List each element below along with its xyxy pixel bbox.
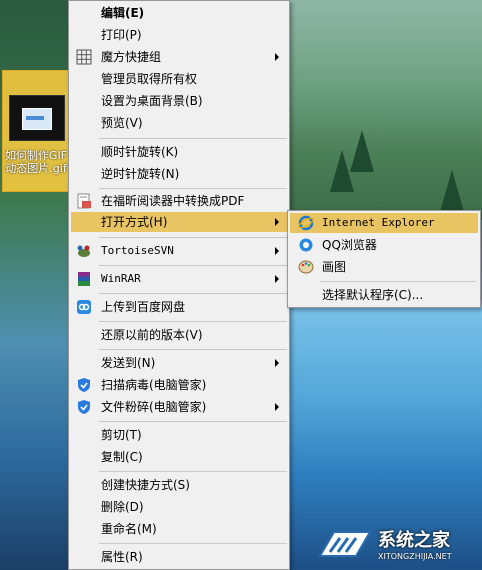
menu-item-label: 上传到百度网盘 (101, 300, 186, 314)
submenu-arrow-icon (275, 218, 279, 226)
submenu-item-label: 画图 (322, 260, 347, 274)
menu-item-label: 打印(P) (101, 28, 142, 42)
shield-icon (78, 378, 90, 392)
menu-separator (99, 237, 287, 238)
submenu-item-label: QQ浏览器 (322, 238, 377, 252)
tree-decoration (440, 170, 464, 212)
submenu-separator (320, 281, 476, 282)
menu-item-mofang-shortcut[interactable]: 魔方快捷组 (71, 47, 287, 67)
submenu-arrow-icon (275, 275, 279, 283)
menu-separator (99, 421, 287, 422)
menu-item-label: 编辑(E) (101, 6, 145, 20)
menu-item-label: 删除(D) (101, 500, 144, 514)
paint-palette-icon (298, 260, 314, 274)
menu-item-rename[interactable]: 重命名(M) (71, 519, 287, 539)
file-name-label: 如何制作GIF动态图片.gif (4, 149, 68, 175)
menu-item-label: 扫描病毒(电脑管家) (101, 378, 207, 392)
submenu-item-choose-default[interactable]: 选择默认程序(C)... (290, 285, 478, 305)
menu-item-convert-pdf[interactable]: 在福昕阅读器中转换成PDF (71, 191, 287, 211)
watermark-subtitle: XITONGZHIJIA.NET (378, 552, 452, 561)
menu-item-restore-versions[interactable]: 还原以前的版本(V) (71, 325, 287, 345)
menu-item-properties[interactable]: 属性(R) (71, 547, 287, 567)
menu-item-open-with[interactable]: 打开方式(H) (71, 212, 287, 232)
menu-item-send-to[interactable]: 发送到(N) (71, 353, 287, 373)
menu-item-tortoisesvn[interactable]: TortoiseSVN (71, 241, 287, 261)
menu-item-label: 创建快捷方式(S) (101, 478, 190, 492)
menu-item-delete[interactable]: 删除(D) (71, 497, 287, 517)
menu-item-label: 魔方快捷组 (101, 50, 162, 64)
menu-item-edit[interactable]: 编辑(E) (71, 3, 287, 23)
desktop-file-icon[interactable]: 如何制作GIF动态图片.gif (2, 70, 70, 192)
menu-separator (99, 265, 287, 266)
file-thumbnail (9, 95, 65, 141)
menu-item-set-wallpaper[interactable]: 设置为桌面背景(B) (71, 91, 287, 111)
submenu-item-label: 选择默认程序(C)... (322, 288, 424, 302)
menu-item-label: TortoiseSVN (101, 244, 174, 257)
menu-item-label: 发送到(N) (101, 356, 156, 370)
menu-item-label: WinRAR (101, 272, 141, 285)
submenu-arrow-icon (275, 359, 279, 367)
winrar-icon (78, 272, 90, 286)
menu-item-label: 打开方式(H) (101, 215, 168, 229)
tortoisesvn-icon (77, 245, 90, 257)
grid-icon (76, 49, 92, 65)
menu-item-label: 管理员取得所有权 (101, 72, 198, 86)
watermark-title: 系统之家 (378, 530, 450, 551)
menu-item-label: 预览(V) (101, 116, 143, 130)
submenu-arrow-icon (275, 53, 279, 61)
menu-separator (99, 188, 287, 189)
menu-item-take-ownership[interactable]: 管理员取得所有权 (71, 69, 287, 89)
menu-separator (99, 471, 287, 472)
menu-item-label: 在福昕阅读器中转换成PDF (101, 194, 245, 208)
menu-item-rotate-counterclockwise[interactable]: 逆时针旋转(N) (71, 164, 287, 184)
menu-item-scan-virus[interactable]: 扫描病毒(电脑管家) (71, 375, 287, 395)
submenu-item-paint[interactable]: 画图 (290, 257, 478, 277)
baidu-cloud-icon (77, 300, 91, 314)
shield-icon (78, 400, 90, 414)
submenu-item-internet-explorer[interactable]: Internet Explorer (290, 213, 478, 233)
menu-item-label: 剪切(T) (101, 428, 142, 442)
menu-item-label: 逆时针旋转(N) (101, 167, 180, 181)
tree-decoration (350, 130, 374, 172)
menu-item-label: 属性(R) (101, 550, 143, 564)
menu-item-preview[interactable]: 预览(V) (71, 113, 287, 133)
menu-separator (99, 349, 287, 350)
menu-separator (99, 138, 287, 139)
menu-item-rotate-clockwise[interactable]: 顺时针旋转(K) (71, 142, 287, 162)
menu-item-create-shortcut[interactable]: 创建快捷方式(S) (71, 475, 287, 495)
context-menu: 编辑(E) 打印(P) 魔方快捷组 管理员取得所有权 设置为桌面背景(B) 预览… (68, 0, 290, 570)
menu-item-upload-baidu[interactable]: 上传到百度网盘 (71, 297, 287, 317)
open-with-submenu: Internet Explorer QQ浏览器 画图 选择默认程序(C)... (287, 210, 481, 308)
menu-item-label: 还原以前的版本(V) (101, 328, 203, 342)
watermark: 系统之家 XITONGZHIJIA.NET (312, 518, 482, 570)
menu-item-label: 重命名(M) (101, 522, 157, 536)
submenu-item-label: Internet Explorer (322, 216, 435, 229)
menu-item-copy[interactable]: 复制(C) (71, 447, 287, 467)
internet-explorer-icon (298, 215, 314, 231)
menu-item-label: 文件粉碎(电脑管家) (101, 400, 207, 414)
menu-item-cut[interactable]: 剪切(T) (71, 425, 287, 445)
menu-separator (99, 321, 287, 322)
menu-separator (99, 543, 287, 544)
submenu-arrow-icon (275, 403, 279, 411)
progress-thumbnail-graphic (26, 116, 44, 120)
qq-browser-icon (299, 238, 313, 252)
menu-item-label: 顺时针旋转(K) (101, 145, 179, 159)
site-logo-icon (318, 531, 372, 557)
menu-separator (99, 293, 287, 294)
submenu-arrow-icon (275, 247, 279, 255)
menu-item-label: 复制(C) (101, 450, 143, 464)
menu-item-print[interactable]: 打印(P) (71, 25, 287, 45)
menu-item-winrar[interactable]: WinRAR (71, 269, 287, 289)
menu-item-label: 设置为桌面背景(B) (101, 94, 203, 108)
submenu-item-qq-browser[interactable]: QQ浏览器 (290, 235, 478, 255)
pdf-icon (77, 193, 91, 209)
menu-item-shred-file[interactable]: 文件粉碎(电脑管家) (71, 397, 287, 417)
